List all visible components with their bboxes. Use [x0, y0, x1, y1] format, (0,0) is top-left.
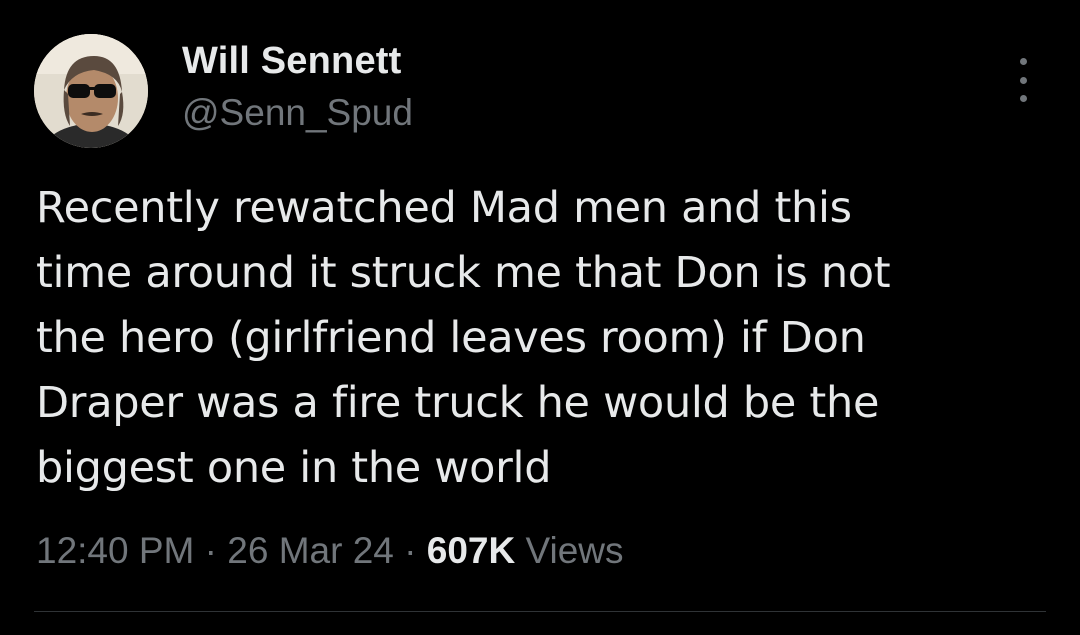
avatar-image — [34, 34, 148, 148]
tweet-text-line: biggest one in the world — [36, 443, 552, 493]
more-options-icon[interactable] — [1006, 58, 1040, 102]
tweet-text-line: time around it struck me that Don is not — [36, 248, 891, 298]
tweet-time[interactable]: 12:40 PM — [36, 530, 194, 571]
tweet-meta: 12:40 PM · 26 Mar 24 · 607K Views — [36, 530, 624, 572]
more-dot — [1019, 95, 1027, 102]
meta-separator: · — [204, 530, 217, 571]
tweet-text-line: the hero (girlfriend leaves room) if Don — [36, 313, 866, 363]
views-count[interactable]: 607K — [427, 530, 515, 571]
tweet-card: Will Sennett @Senn_Spud Recently rewatch… — [0, 0, 1080, 635]
user-display-name[interactable]: Will Sennett — [182, 40, 402, 83]
tweet-text-line: Recently rewatched Mad men and this — [36, 183, 852, 233]
tweet-text-line: Draper was a fire truck he would be the — [36, 378, 880, 428]
more-dot — [1019, 58, 1027, 65]
more-dot — [1019, 76, 1027, 84]
tweet-date[interactable]: 26 Mar 24 — [227, 530, 394, 571]
user-handle[interactable]: @Senn_Spud — [182, 92, 413, 134]
avatar[interactable] — [34, 34, 148, 148]
divider — [34, 611, 1046, 612]
views-label: Views — [525, 530, 624, 571]
tweet-text: Recently rewatched Mad men and this time… — [36, 176, 1046, 501]
meta-separator: · — [404, 530, 417, 571]
